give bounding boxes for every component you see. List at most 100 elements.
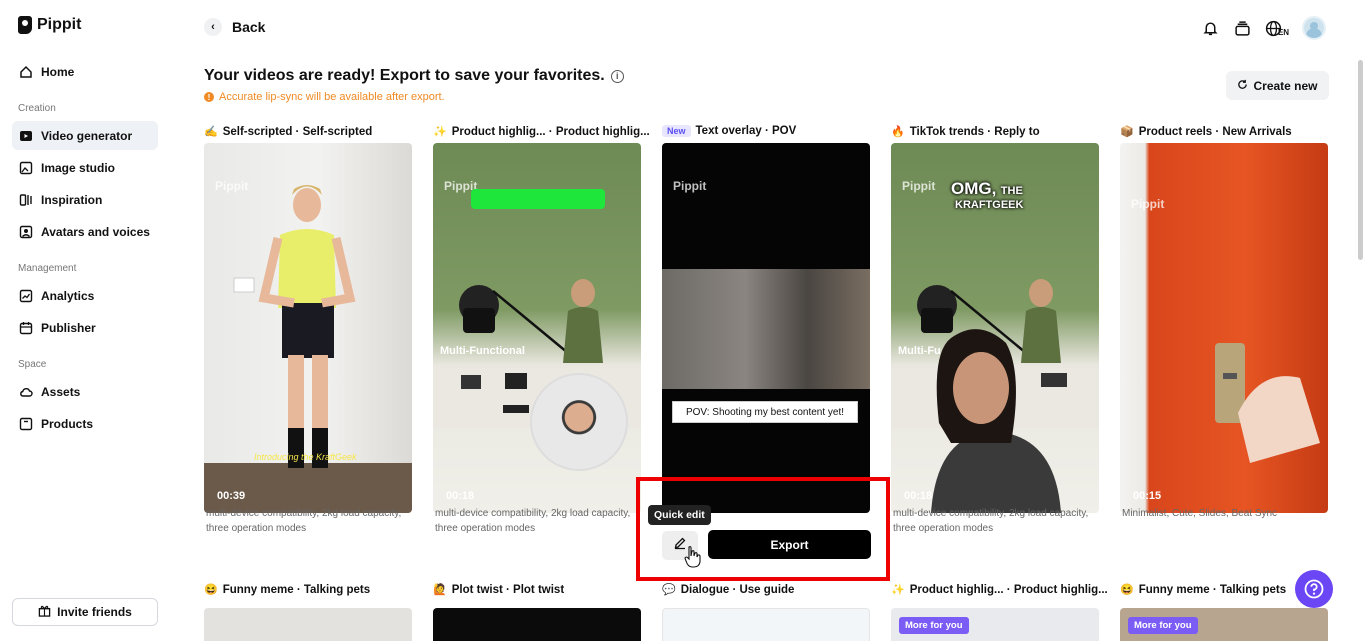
video-thumbnail[interactable]: Pippit Multi-Functional 00:18 bbox=[433, 143, 641, 513]
pov-caption: POV: Shooting my best content yet! bbox=[672, 401, 858, 423]
sidebar-item-publisher[interactable]: Publisher bbox=[12, 313, 158, 342]
door-scene bbox=[1215, 343, 1320, 463]
video-thumbnail[interactable] bbox=[204, 608, 412, 641]
sidebar-item-home[interactable]: Home bbox=[12, 57, 158, 86]
pippit-watermark: Pippit bbox=[673, 179, 707, 193]
video-thumbnail[interactable]: Pippit POV: Shooting my best content yet… bbox=[662, 143, 870, 513]
sidebar-item-label: Image studio bbox=[41, 160, 116, 175]
card-title: 💬 Dialogue · Use guide bbox=[662, 583, 794, 597]
sidebar-item-label: Video generator bbox=[41, 128, 133, 143]
image-studio-icon bbox=[19, 161, 33, 175]
card-title-text: Funny meme · Talking pets bbox=[1138, 583, 1287, 596]
card-description: multi-device compatibility, 2kg load cap… bbox=[893, 508, 1089, 534]
card-title: 😆 Funny meme · Talking pets bbox=[1120, 583, 1287, 597]
new-badge: New bbox=[662, 125, 691, 137]
bell-icon[interactable] bbox=[1200, 18, 1220, 38]
card-description: Minimalist, Cute, Slides, Beat Sync bbox=[1122, 508, 1278, 519]
quick-edit-tooltip: Quick edit bbox=[648, 505, 711, 525]
help-button[interactable] bbox=[1295, 570, 1333, 608]
sparkle-icon: ✨ bbox=[891, 584, 905, 596]
card-title-text: TikTok trends · Reply to bbox=[909, 125, 1040, 138]
sidebar-item-label: Analytics bbox=[41, 288, 95, 303]
card-title: 🙋 Plot twist · Plot twist bbox=[433, 583, 565, 597]
more-for-you-badge: More for you bbox=[899, 617, 969, 634]
back-button[interactable]: ‹ Back bbox=[204, 18, 265, 36]
card-title: ✨ Product highlig... · Product highlig... bbox=[433, 125, 663, 139]
video-thumbnail[interactable]: Pippit 00:15 bbox=[1120, 143, 1328, 513]
card-title-text: Plot twist · Plot twist bbox=[451, 583, 565, 596]
sidebar-item-label: Publisher bbox=[41, 320, 96, 335]
sidebar: Pippit Home Creation Video generator Ima… bbox=[0, 0, 170, 641]
card-description: multi-device compatibility, 2kg load cap… bbox=[435, 508, 631, 534]
hand-cursor-icon bbox=[684, 546, 701, 568]
cloud-icon bbox=[19, 385, 33, 399]
card-title-text: Funny meme · Talking pets bbox=[222, 583, 371, 596]
card-title-text: Self-scripted · Self-scripted bbox=[222, 125, 373, 138]
video-generator-icon bbox=[19, 129, 33, 143]
analytics-icon bbox=[19, 289, 33, 303]
header-actions: EN bbox=[1200, 16, 1326, 40]
export-button[interactable]: Export bbox=[708, 530, 871, 559]
card-title-text: Product highlig... · Product highlig... bbox=[909, 583, 1108, 596]
presenter-woman bbox=[931, 329, 1061, 513]
card-title: 🔥 TikTok trends · Reply to bbox=[891, 125, 1121, 139]
card-description: multi-device compatibility, 2kg load cap… bbox=[206, 508, 402, 534]
avatar-voice-icon bbox=[19, 225, 33, 239]
refresh-icon bbox=[1237, 79, 1248, 93]
laughing-face-icon: 😆 bbox=[1120, 584, 1134, 596]
video-thumbnail[interactable]: Pippit OMG, THE KRAFTGEEK Multi-Fu 00:18 bbox=[891, 143, 1099, 513]
user-avatar[interactable] bbox=[1302, 16, 1326, 40]
fire-icon: 🔥 bbox=[891, 126, 905, 138]
layers-icon[interactable] bbox=[1232, 18, 1252, 38]
create-new-button[interactable]: Create new bbox=[1226, 71, 1329, 100]
section-creation: Creation bbox=[18, 103, 56, 114]
video-thumbnail[interactable]: More for you bbox=[1120, 608, 1328, 641]
video-caption: Introducing the KraftGeek bbox=[254, 452, 357, 462]
sidebar-item-label: Inspiration bbox=[41, 192, 103, 207]
presenter-bubble bbox=[530, 373, 628, 471]
app-logo[interactable]: Pippit bbox=[18, 16, 81, 34]
sidebar-item-inspiration[interactable]: Inspiration bbox=[12, 185, 158, 214]
overlay-text: Multi-Functional bbox=[440, 345, 525, 357]
box-icon: 📦 bbox=[1120, 126, 1134, 138]
sidebar-item-assets[interactable]: Assets bbox=[12, 377, 158, 406]
invite-friends-button[interactable]: Invite friends bbox=[12, 598, 158, 626]
calendar-icon bbox=[19, 321, 33, 335]
home-icon bbox=[19, 65, 33, 79]
chat-bubble-icon: 💬 bbox=[662, 584, 676, 596]
pippit-logo-icon bbox=[18, 16, 32, 34]
video-duration: 00:15 bbox=[1133, 490, 1162, 502]
person-icon: 🙋 bbox=[433, 584, 447, 596]
invite-label: Invite friends bbox=[57, 605, 132, 619]
section-management: Management bbox=[18, 263, 77, 274]
create-new-label: Create new bbox=[1253, 78, 1318, 93]
sidebar-item-avatars[interactable]: Avatars and voices bbox=[12, 217, 158, 246]
card-title-text: Text overlay · POV bbox=[695, 125, 797, 137]
sidebar-item-image-studio[interactable]: Image studio bbox=[12, 153, 158, 182]
info-icon[interactable]: i bbox=[610, 69, 624, 83]
question-icon bbox=[1304, 579, 1324, 599]
sidebar-item-video-generator[interactable]: Video generator bbox=[12, 121, 158, 150]
video-still bbox=[662, 269, 870, 389]
app-name: Pippit bbox=[37, 16, 82, 33]
more-for-you-badge: More for you bbox=[1128, 617, 1198, 634]
card-title: 📦 Product reels · New Arrivals bbox=[1120, 125, 1350, 139]
product-box-icon bbox=[19, 417, 33, 431]
sidebar-item-label: Products bbox=[41, 416, 94, 431]
notice-text: Accurate lip-sync will be available afte… bbox=[219, 91, 445, 103]
video-thumbnail[interactable]: More for you bbox=[891, 608, 1099, 641]
page-scrollbar[interactable] bbox=[1358, 60, 1363, 260]
video-thumbnail[interactable]: Pippit Introducing the KraftGeek 00:39 bbox=[204, 143, 412, 513]
sidebar-item-label: Assets bbox=[41, 384, 81, 399]
sidebar-item-analytics[interactable]: Analytics bbox=[12, 281, 158, 310]
sidebar-item-products[interactable]: Products bbox=[12, 409, 158, 438]
writing-hand-icon: ✍ bbox=[204, 126, 218, 138]
video-thumbnail[interactable] bbox=[662, 608, 870, 641]
language-globe-icon[interactable]: EN bbox=[1264, 18, 1290, 38]
card-title-text: Product highlig... · Product highlig... bbox=[451, 125, 650, 138]
video-duration: 00:18 bbox=[904, 490, 933, 502]
app-root: Pippit Home Creation Video generator Ima… bbox=[0, 0, 1366, 641]
video-thumbnail[interactable] bbox=[433, 608, 641, 641]
sidebar-item-label: Avatars and voices bbox=[41, 224, 150, 239]
gift-icon bbox=[38, 604, 51, 620]
